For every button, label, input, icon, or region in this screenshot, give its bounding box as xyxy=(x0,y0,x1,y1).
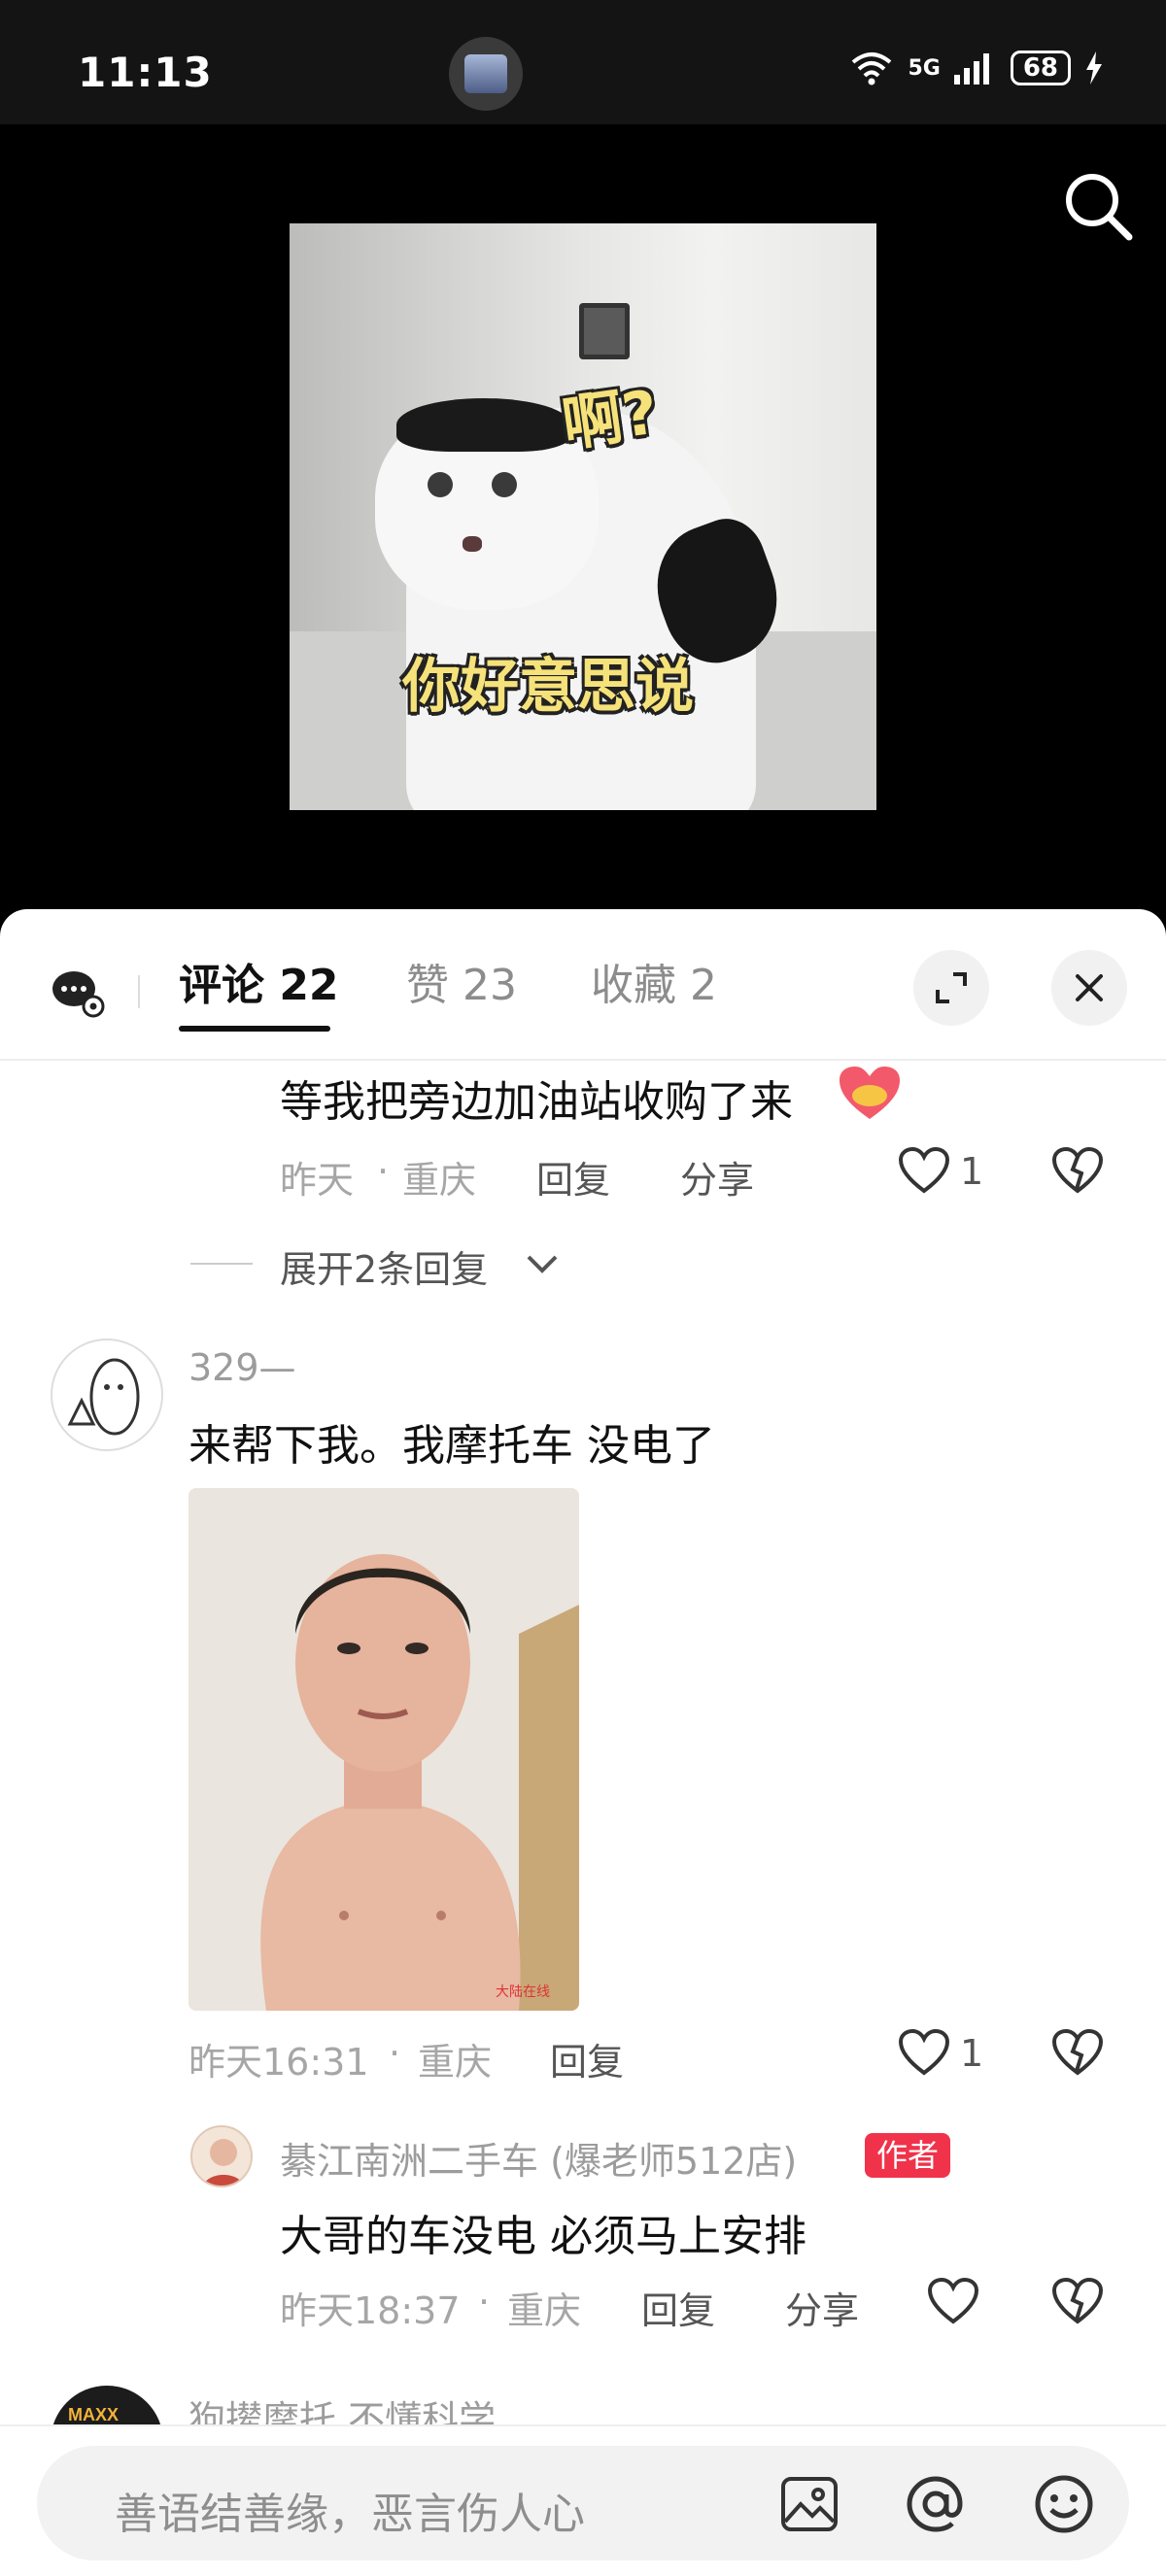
input-placeholder: 善语结善缘，恶言伤人心 xyxy=(115,2490,585,2539)
signal-icon xyxy=(953,53,989,85)
dislike-broken-heart-icon[interactable] xyxy=(1051,1146,1104,1195)
dislike-broken-heart-icon[interactable] xyxy=(1051,2277,1104,2325)
close-icon xyxy=(1076,974,1103,1001)
expand-replies-button[interactable]: 展开2条回复 xyxy=(280,1239,488,1293)
search-icon[interactable] xyxy=(1059,167,1137,245)
reply-button[interactable]: 回复 xyxy=(641,2281,715,2334)
tab-favorites[interactable]: 收藏 2 xyxy=(591,950,717,1012)
like-heart-icon[interactable] xyxy=(898,2028,950,2077)
avatar[interactable] xyxy=(51,1339,163,1451)
comment-input[interactable]: 善语结善缘，恶言伤人心 xyxy=(37,2446,1129,2560)
comment-username[interactable]: 329— xyxy=(189,1346,296,1389)
photo-watermark: 大陆在线 xyxy=(496,1984,550,2000)
comment-location: 重庆 xyxy=(402,1159,477,1202)
comment-input-bar: 善语结善缘，恶言伤人心 xyxy=(0,2424,1166,2576)
comment-text: 等我把旁边加油站收购了来 xyxy=(280,1077,793,1127)
like-count: 1 xyxy=(960,2032,984,2075)
chevron-down-icon xyxy=(527,1255,558,1273)
avatar[interactable] xyxy=(190,2125,253,2187)
active-tab-underline xyxy=(179,1026,330,1032)
network-type: 5G xyxy=(908,55,941,81)
reply-button[interactable]: 回复 xyxy=(536,1150,610,1203)
meme-caption-top: 啊? xyxy=(558,376,663,460)
wall-outlet xyxy=(579,303,630,359)
like-count: 1 xyxy=(960,1150,984,1193)
emoji-icon[interactable] xyxy=(1032,2473,1096,2535)
dislike-broken-heart-icon[interactable] xyxy=(1051,2028,1104,2077)
author-badge: 作者 xyxy=(865,2133,951,2178)
status-icons: 5G 68 xyxy=(849,51,1104,85)
like-heart-icon[interactable] xyxy=(927,2277,979,2325)
expand-line xyxy=(190,1263,253,1265)
share-button[interactable]: 分享 xyxy=(785,2281,859,2334)
comment-time: 昨天 xyxy=(280,1159,355,1202)
comment-tabs-bar: 评论 22 赞 23 收藏 2 xyxy=(0,909,1166,1061)
comment-text: 来帮下我。我摩托车 没电了 xyxy=(189,1421,715,1471)
tab-likes[interactable]: 赞 23 xyxy=(406,950,517,1012)
tab-comments[interactable]: 评论 22 xyxy=(179,950,339,1012)
status-bar: 11:13 5G 68 xyxy=(0,0,1166,124)
mention-icon[interactable] xyxy=(904,2473,968,2535)
meta-separator: · xyxy=(377,1150,390,1193)
meme-cat-image: 啊? 你好意思说 xyxy=(290,223,876,810)
close-button[interactable] xyxy=(1051,950,1127,1026)
expand-button[interactable] xyxy=(913,950,989,1026)
reply-text: 大哥的车没电 必须马上安排 xyxy=(280,2212,806,2261)
like-heart-icon[interactable] xyxy=(898,1146,950,1195)
chat-settings-icon[interactable] xyxy=(51,964,105,1018)
battery-indicator: 68 xyxy=(1010,51,1071,85)
meta-separator: · xyxy=(478,2281,491,2323)
reply-button[interactable]: 回复 xyxy=(550,2032,624,2085)
expand-icon xyxy=(936,972,967,1003)
charging-icon xyxy=(1086,51,1102,85)
image-icon[interactable] xyxy=(779,2475,840,2533)
reply-username[interactable]: 綦江南洲二手车 (爆老师512店) xyxy=(280,2131,797,2185)
floating-avatar[interactable] xyxy=(449,37,523,111)
wifi-icon xyxy=(852,52,892,85)
comment-location: 重庆 xyxy=(418,2041,493,2084)
avatar-text: MAXX xyxy=(68,2405,120,2424)
comment-photo[interactable]: 大陆在线 xyxy=(189,1488,579,2011)
battery-level: 68 xyxy=(1022,53,1058,83)
reply-time: 昨天18:37 xyxy=(280,2289,461,2332)
status-time: 11:13 xyxy=(78,49,213,96)
comment-time: 昨天16:31 xyxy=(189,2041,369,2084)
handshake-emoji-icon xyxy=(840,1067,900,1119)
meta-separator: · xyxy=(389,2032,401,2075)
reply-location: 重庆 xyxy=(507,2289,582,2332)
share-button[interactable]: 分享 xyxy=(680,1150,754,1203)
meme-caption-bottom: 你好意思说 xyxy=(402,653,694,721)
